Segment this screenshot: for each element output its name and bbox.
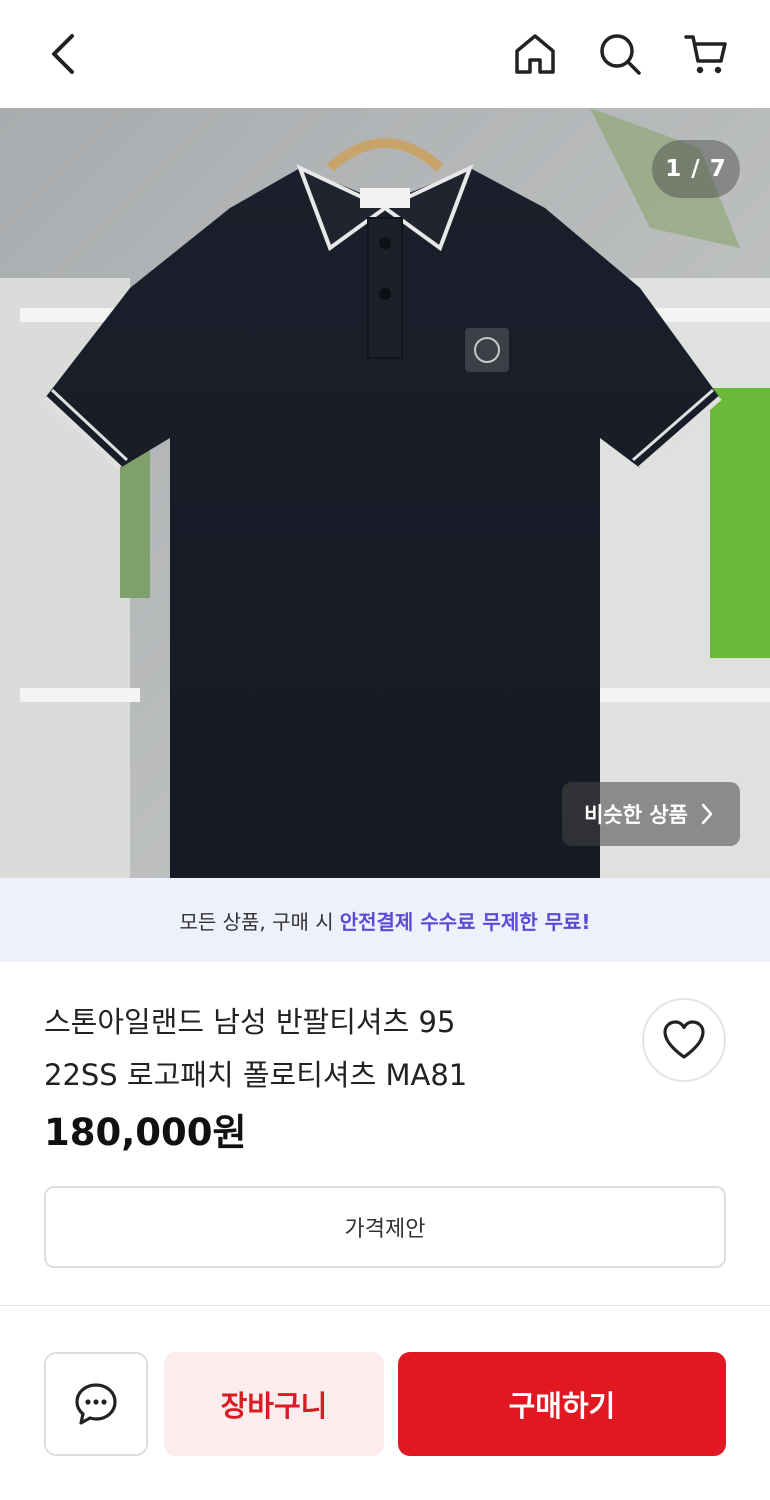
wishlist-button[interactable] [642,998,726,1082]
banner-text: 모든 상품, 구매 시 [179,909,334,934]
back-button[interactable] [36,26,92,82]
home-icon [515,34,555,74]
search-button[interactable] [592,26,648,82]
add-to-basket-button[interactable]: 장바구니 [164,1352,384,1456]
cart-button[interactable] [678,26,734,82]
image-counter: 1 / 7 [652,140,740,198]
banner-highlight: 안전결제 수수료 무제한 무료! [339,909,591,934]
product-image-carousel[interactable]: 1 / 7 비슷한 상품 [0,108,770,878]
home-button[interactable] [507,26,563,82]
product-photo [0,108,770,878]
product-title: 스톤아일랜드 남성 반팔티셔츠 95 22SS 로고패치 폴로티셔츠 MA81 [44,996,604,1102]
chat-button[interactable] [44,1352,148,1456]
chat-icon [75,1383,117,1425]
similar-products-button[interactable]: 비슷한 상품 [562,782,740,846]
price-offer-button[interactable]: 가격제안 [44,1186,726,1268]
chevron-right-icon [701,803,713,825]
product-title-line-1: 스톤아일랜드 남성 반팔티셔츠 95 [44,1005,456,1039]
chevron-left-icon [52,34,74,74]
search-icon [600,34,641,75]
section-divider [0,1305,770,1306]
product-title-line-2: 22SS 로고패치 폴로티셔츠 MA81 [44,1058,468,1092]
buy-now-button[interactable]: 구매하기 [398,1352,726,1456]
safe-payment-banner: 모든 상품, 구매 시 안전결제 수수료 무제한 무료! [0,878,770,962]
product-price: 180,000원 [44,1111,247,1154]
top-navigation-bar [0,0,770,108]
heart-icon [663,1020,705,1059]
similar-products-label: 비슷한 상품 [584,803,688,827]
cart-icon [684,35,727,74]
